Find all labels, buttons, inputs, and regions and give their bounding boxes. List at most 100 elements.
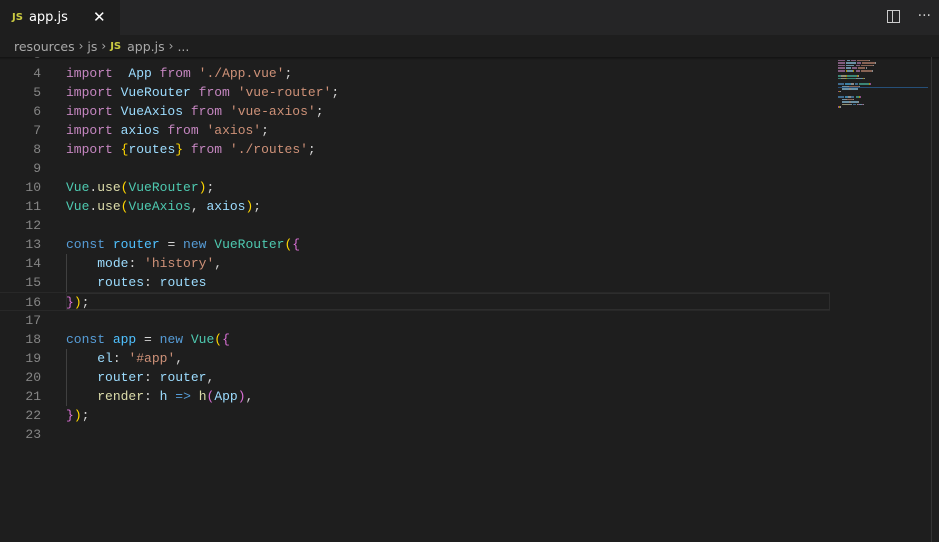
code-editor[interactable]: 34import App from './App.vue';5import Vu…	[0, 57, 830, 542]
code-line[interactable]: 17	[0, 311, 830, 330]
breadcrumb-resources[interactable]: resources	[14, 39, 75, 54]
code-line[interactable]: 13 const router = new VueRouter({	[0, 235, 830, 254]
minimap-mark	[872, 70, 874, 72]
code-line[interactable]: 11 Vue.use(VueAxios, axios);	[0, 197, 830, 216]
line-code: import VueRouter from 'vue-router';	[66, 83, 339, 102]
code-line[interactable]: 16});	[0, 292, 830, 311]
minimap-mark	[853, 103, 856, 106]
chevron-right-icon: ›	[78, 39, 84, 53]
line-code: const router = new VueRouter({	[66, 235, 300, 254]
minimap-mark	[868, 59, 870, 62]
line-number: 17	[25, 313, 41, 328]
minimap-mark	[855, 64, 860, 67]
minimap-mark	[852, 67, 857, 69]
minimap-mark	[869, 83, 871, 85]
line-number: 22	[25, 408, 41, 423]
minimap-mark	[873, 64, 875, 67]
code-line[interactable]: 23	[0, 425, 830, 444]
minimap-mark	[844, 83, 852, 85]
line-code: import VueAxios from 'vue-axios';	[66, 102, 324, 121]
breadcrumb: resources › js › JS app.js › ...	[0, 35, 939, 57]
code-token: {	[222, 332, 230, 347]
code-line[interactable]: 6 import VueAxios from 'vue-axios';	[0, 102, 830, 121]
vertical-scrollbar[interactable]	[931, 57, 932, 542]
code-line[interactable]: 22});	[0, 406, 830, 425]
line-number: 15	[25, 275, 41, 290]
code-token: VueRouter	[214, 237, 285, 252]
line-number: 23	[25, 427, 41, 442]
line-number: 7	[33, 123, 41, 138]
line-code: router: router,	[66, 368, 214, 387]
minimap-mark	[846, 59, 851, 62]
minimap-mark	[846, 70, 854, 72]
minimap-mark	[838, 96, 844, 98]
code-line[interactable]: 20 router: router,	[0, 368, 830, 387]
code-token: Vue	[190, 332, 215, 347]
tab-label: app.js	[28, 10, 68, 25]
code-token: VueAxios	[120, 104, 184, 119]
line-number: 19	[25, 351, 41, 366]
minimap-mark	[838, 70, 845, 72]
chevron-right-icon: ›	[101, 39, 107, 53]
code-token: ;	[331, 85, 340, 100]
line-code: const app = new Vue({	[66, 330, 230, 349]
code-token: from	[198, 85, 230, 100]
breadcrumb-app-js[interactable]: app.js	[127, 39, 165, 54]
split-editor-icon[interactable]	[886, 10, 900, 23]
code-token: Vue	[66, 180, 90, 195]
code-token: from	[190, 104, 223, 119]
code-line[interactable]: 5 import VueRouter from 'vue-router';	[0, 83, 830, 102]
minimap-mark	[856, 59, 869, 62]
minimap-mark	[838, 59, 845, 62]
code-token: from	[190, 142, 223, 157]
minimap-mark	[863, 103, 865, 106]
breadcrumb-js[interactable]: js	[87, 39, 97, 54]
line-number: 21	[25, 389, 41, 404]
line-code: el: '#app',	[66, 349, 183, 368]
code-line[interactable]: 15 routes: routes	[0, 273, 830, 292]
code-token: App	[128, 66, 152, 81]
code-token: './routes'	[229, 142, 308, 157]
tab-app-js[interactable]: JS app.js ✕	[0, 0, 120, 35]
code-line[interactable]: 19 el: '#app',	[0, 349, 830, 368]
code-line[interactable]: 14 mode: 'history',	[0, 254, 830, 273]
breadcrumb-symbols[interactable]: ...	[177, 39, 189, 54]
code-line[interactable]: 8 import {routes} from './routes';	[0, 140, 830, 159]
code-token: '#app'	[128, 351, 176, 366]
code-token: use	[97, 199, 121, 214]
code-token: import	[66, 142, 113, 157]
code-line[interactable]: 9	[0, 159, 830, 178]
code-token: ;	[284, 66, 293, 81]
close-icon[interactable]: ✕	[93, 8, 106, 26]
code-line[interactable]: 12	[0, 216, 830, 235]
code-token: )	[73, 408, 82, 423]
line-code: mode: 'history',	[66, 254, 222, 273]
minimap-mark	[851, 101, 858, 103]
minimap-mark	[860, 96, 862, 98]
code-token: mode	[97, 256, 129, 271]
code-token: new	[183, 237, 207, 252]
more-actions-icon[interactable]: ···	[918, 8, 931, 24]
code-token: ;	[253, 199, 262, 214]
code-token: 'history'	[144, 256, 215, 271]
code-line[interactable]: 4 import App from './App.vue';	[0, 64, 830, 83]
line-number: 5	[33, 85, 41, 100]
minimap-mark	[856, 62, 862, 64]
code-token: Vue	[66, 199, 90, 214]
code-line[interactable]: 18 const app = new Vue({	[0, 330, 830, 349]
code-line[interactable]: 10 Vue.use(VueRouter);	[0, 178, 830, 197]
code-line[interactable]: 7 import axios from 'axios';	[0, 121, 830, 140]
code-line[interactable]: 21 render: h => h(App),	[0, 387, 830, 406]
code-token: ;	[307, 142, 316, 157]
